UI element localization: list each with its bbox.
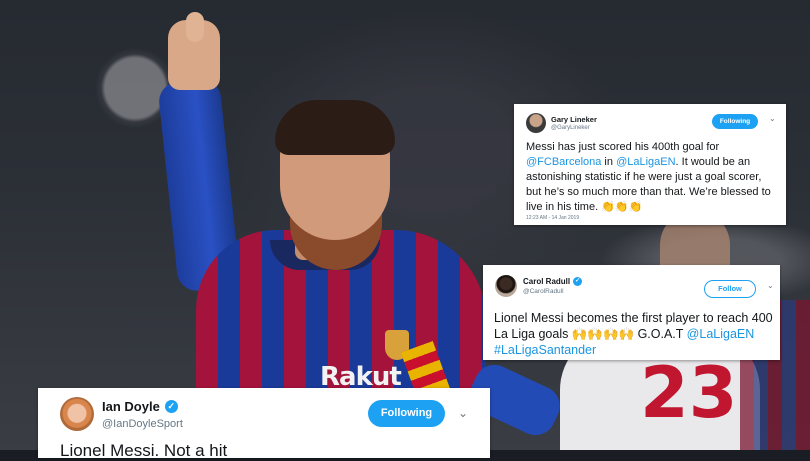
tweet-text-segment: Messi has just scored his 400th goal for bbox=[526, 141, 720, 153]
tweet-card-gary-lineker: Gary Lineker @GaryLineker Following ⌄ Me… bbox=[514, 104, 786, 225]
author-handle[interactable]: @GaryLineker bbox=[551, 125, 597, 131]
tweet-link[interactable]: #LaLigaSantander bbox=[494, 343, 596, 357]
author-block: Ian Doyle ✓ @IanDoyleSport bbox=[94, 399, 183, 430]
chevron-down-icon[interactable]: ⌄ bbox=[767, 281, 774, 290]
author-name[interactable]: Gary Lineker bbox=[551, 115, 597, 124]
tweet-text-segment: Lionel Messi. Not a hit bbox=[60, 441, 228, 460]
tweet-link[interactable]: @LaLigaEN bbox=[687, 327, 755, 341]
background-photo: 23 Rakut bbox=[0, 0, 810, 450]
tweet-text: Messi has just scored his 400th goal for… bbox=[526, 140, 778, 215]
author-block: Carol Radull ✓ @CarolRadull bbox=[517, 277, 583, 295]
tweet-timestamp[interactable]: 12:23 AM - 14 Jan 2019 bbox=[526, 215, 579, 221]
verified-badge-icon: ✓ bbox=[573, 277, 583, 286]
author-handle[interactable]: @CarolRadull bbox=[523, 288, 582, 295]
avatar[interactable] bbox=[495, 275, 517, 297]
tweet-header: Carol Radull ✓ @CarolRadull bbox=[495, 275, 583, 297]
tweet-card-ian-doyle: Ian Doyle ✓ @IanDoyleSport Following ⌄ L… bbox=[38, 388, 490, 461]
tweet-text-segment: 👏👏👏 bbox=[601, 201, 643, 213]
tweet-header: Gary Lineker @GaryLineker bbox=[526, 113, 597, 133]
chevron-down-icon[interactable]: ⌄ bbox=[458, 406, 468, 420]
background-player-number: 23 bbox=[640, 352, 738, 434]
tweet-card-carol-radull: Carol Radull ✓ @CarolRadull Follow ⌄ Lio… bbox=[483, 265, 780, 360]
verified-badge-icon: ✓ bbox=[164, 399, 178, 413]
following-button[interactable]: Following bbox=[712, 114, 758, 129]
avatar[interactable] bbox=[60, 397, 94, 431]
tweet-text-segment: in bbox=[601, 156, 617, 168]
author-name[interactable]: Carol Radull ✓ bbox=[523, 277, 583, 286]
author-handle[interactable]: @IanDoyleSport bbox=[102, 418, 183, 430]
tweet-text: Lionel Messi. Not a hit bbox=[60, 441, 227, 461]
author-block: Gary Lineker @GaryLineker bbox=[546, 115, 597, 131]
tweet-text: Lionel Messi becomes the first player to… bbox=[494, 310, 778, 358]
tweet-header: Ian Doyle ✓ @IanDoyleSport bbox=[60, 397, 183, 431]
avatar[interactable] bbox=[526, 113, 546, 133]
player-hair bbox=[275, 100, 395, 155]
following-button[interactable]: Following bbox=[368, 400, 445, 427]
tweet-text-segment: G.O.A.T bbox=[634, 327, 687, 341]
tweet-text-segment: 🙌🙌🙌🙌 bbox=[571, 327, 635, 341]
author-name[interactable]: Ian Doyle ✓ bbox=[102, 399, 183, 414]
tweet-link[interactable]: @FCBarcelona bbox=[526, 156, 601, 168]
tweet-link[interactable]: @LaLigaEN bbox=[616, 156, 675, 168]
follow-button[interactable]: Follow bbox=[704, 280, 756, 298]
chevron-down-icon[interactable]: ⌄ bbox=[769, 114, 776, 123]
raised-thumb bbox=[186, 12, 204, 42]
